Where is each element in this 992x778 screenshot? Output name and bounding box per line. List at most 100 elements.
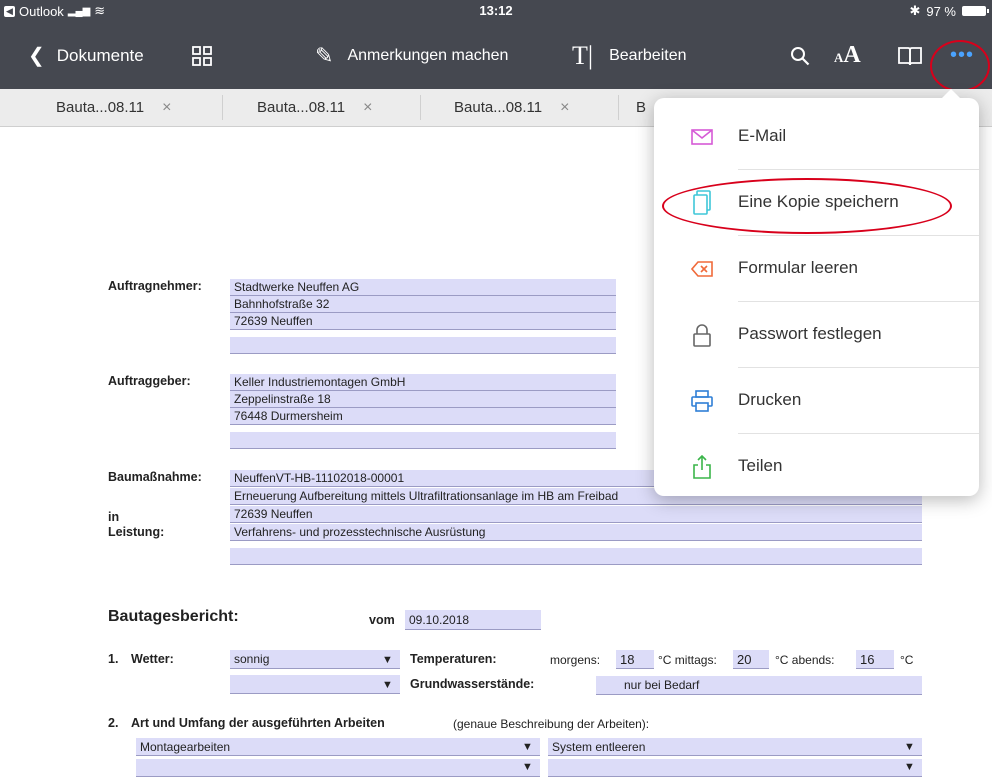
status-time: 13:12 <box>479 3 513 18</box>
menu-item-label: Passwort festlegen <box>738 324 882 343</box>
arbeiten-right-select-2[interactable] <box>548 759 922 777</box>
tab-4[interactable]: B <box>636 89 646 126</box>
tab-divider <box>420 95 421 120</box>
auftragnehmer-line-2[interactable]: Bahnhofstraße 32 <box>230 296 616 313</box>
tab-label: Bauta...08.11 <box>257 99 346 116</box>
tab-divider <box>618 95 619 120</box>
menu-item-clear-form[interactable]: Formular leeren <box>654 236 979 302</box>
arbeiten-label: Art und Umfang der ausgeführten Arbeiten <box>131 716 385 730</box>
chevron-down-icon[interactable]: ▼ <box>382 679 393 691</box>
chevron-left-icon: ❮ <box>28 45 45 67</box>
abends-field[interactable]: 16 <box>856 650 894 669</box>
clear-icon <box>688 255 716 283</box>
close-icon[interactable]: × <box>162 99 171 117</box>
arbeiten-left-select-2[interactable] <box>136 759 540 777</box>
bericht-title: Bautagesbericht: <box>108 608 239 625</box>
grid-icon <box>192 45 212 66</box>
wetter-label: Wetter: <box>131 652 174 666</box>
menu-item-label: E-Mail <box>738 126 787 145</box>
auftraggeber-line-1[interactable]: Keller Industriemontagen GmbH <box>230 374 616 391</box>
tab-1[interactable]: Bauta...08.11 × <box>56 89 171 126</box>
wetter-select[interactable]: sonnig <box>230 650 400 669</box>
annotate-button[interactable]: ✎ Anmerkungen machen <box>315 22 508 89</box>
search-icon <box>791 46 810 65</box>
bericht-date-field[interactable]: 09.10.2018 <box>405 610 541 630</box>
battery-icon <box>962 6 989 16</box>
tab-label: B <box>636 99 647 116</box>
tab-divider <box>222 95 223 120</box>
arbeiten-left-select[interactable]: Montagearbeiten <box>136 738 540 756</box>
text-size-icon: AA <box>834 42 861 68</box>
highlight-circle-more <box>930 40 990 92</box>
vom-label: vom <box>369 613 395 627</box>
battery-percent: 97 % <box>926 3 956 19</box>
auftraggeber-label: Auftraggeber: <box>108 374 191 388</box>
edit-label: Bearbeiten <box>609 46 687 64</box>
baumassnahme-line-3[interactable]: 72639 Neuffen <box>230 506 922 523</box>
close-icon[interactable]: × <box>560 99 569 117</box>
in-label: in <box>108 510 120 524</box>
temperaturen-label: Temperaturen: <box>410 652 497 666</box>
mittags-label: °C mittags: <box>658 653 717 667</box>
chevron-down-icon[interactable]: ▼ <box>904 761 915 773</box>
auftragnehmer-line-1[interactable]: Stadtwerke Neuffen AG <box>230 279 616 296</box>
search-button[interactable] <box>790 22 810 89</box>
baumassnahme-line-5[interactable] <box>230 548 922 565</box>
menu-item-label: Formular leeren <box>738 258 858 277</box>
share-icon <box>688 453 716 481</box>
wetter-select-2[interactable] <box>230 675 400 694</box>
wetter-number: 1. <box>108 652 119 666</box>
print-icon <box>688 387 716 415</box>
menu-item-set-password[interactable]: Passwort festlegen <box>654 302 979 368</box>
more-menu: E-Mail Eine Kopie speichern Formular lee… <box>654 89 979 496</box>
back-button[interactable]: ❮ Dokumente <box>28 22 144 89</box>
tab-label: Bauta...08.11 <box>56 99 145 116</box>
book-button[interactable] <box>898 22 922 89</box>
auftraggeber-line-2[interactable]: Zeppelinstraße 18 <box>230 391 616 408</box>
grid-button[interactable] <box>192 22 212 89</box>
auftragnehmer-line-4[interactable] <box>230 337 616 354</box>
morgens-field[interactable]: 18 <box>616 650 654 669</box>
tab-2[interactable]: Bauta...08.11 × <box>257 89 372 126</box>
grundwasser-label: Grundwasserstände: <box>410 677 535 691</box>
menu-item-share[interactable]: Teilen <box>654 434 979 500</box>
text-cursor-icon: T| <box>572 40 594 70</box>
grundwasser-field[interactable]: nur bei Bedarf <box>596 676 922 695</box>
toolbar: ❮ Dokumente ✎ Anmerkungen machen T| Bear… <box>0 22 992 89</box>
menu-item-label: Teilen <box>738 456 783 475</box>
status-right: ✱ 97 % <box>909 3 989 19</box>
auftragnehmer-label: Auftragnehmer: <box>108 279 202 293</box>
tab-3[interactable]: Bauta...08.11 × <box>454 89 569 126</box>
baumassnahme-line-4[interactable]: Verfahrens- und prozesstechnische Ausrüs… <box>230 524 922 541</box>
mittags-field[interactable]: 20 <box>733 650 769 669</box>
mail-icon <box>688 123 716 151</box>
menu-item-print[interactable]: Drucken <box>654 368 979 434</box>
back-label: Dokumente <box>56 45 144 65</box>
status-bar: ◀ Outlook ▂▄▆ ≋ 13:12 ✱ 97 % <box>0 0 992 22</box>
lock-icon <box>688 321 716 349</box>
highlight-circle-save-copy <box>662 178 952 234</box>
text-size-button[interactable]: AA <box>834 22 861 89</box>
leistung-label: Leistung: <box>108 525 165 539</box>
chevron-down-icon[interactable]: ▼ <box>382 654 393 666</box>
tab-label: Bauta...08.11 <box>454 99 543 116</box>
annotate-label: Anmerkungen machen <box>347 46 509 64</box>
menu-item-email[interactable]: E-Mail <box>654 104 979 170</box>
menu-item-label: Drucken <box>738 390 802 409</box>
pencil-icon: ✎ <box>315 42 334 68</box>
edit-button[interactable]: T| Bearbeiten <box>572 22 686 89</box>
close-icon[interactable]: × <box>363 99 372 117</box>
chevron-down-icon[interactable]: ▼ <box>904 741 915 753</box>
arbeiten-number: 2. <box>108 716 119 730</box>
chevron-down-icon[interactable]: ▼ <box>522 741 533 753</box>
abends-label: °C abends: <box>775 653 835 667</box>
auftraggeber-line-3[interactable]: 76448 Durmersheim <box>230 408 616 425</box>
arbeiten-right-select[interactable]: System entleeren <box>548 738 922 756</box>
arbeiten-hint: (genaue Beschreibung der Arbeiten): <box>453 717 650 731</box>
chevron-down-icon[interactable]: ▼ <box>522 761 533 773</box>
baumassnahme-label: Baumaßnahme: <box>108 470 202 484</box>
auftragnehmer-line-3[interactable]: 72639 Neuffen <box>230 313 616 330</box>
temperature-unit: °C <box>900 653 914 667</box>
morgens-label: morgens: <box>550 653 601 667</box>
auftraggeber-line-4[interactable] <box>230 432 616 449</box>
